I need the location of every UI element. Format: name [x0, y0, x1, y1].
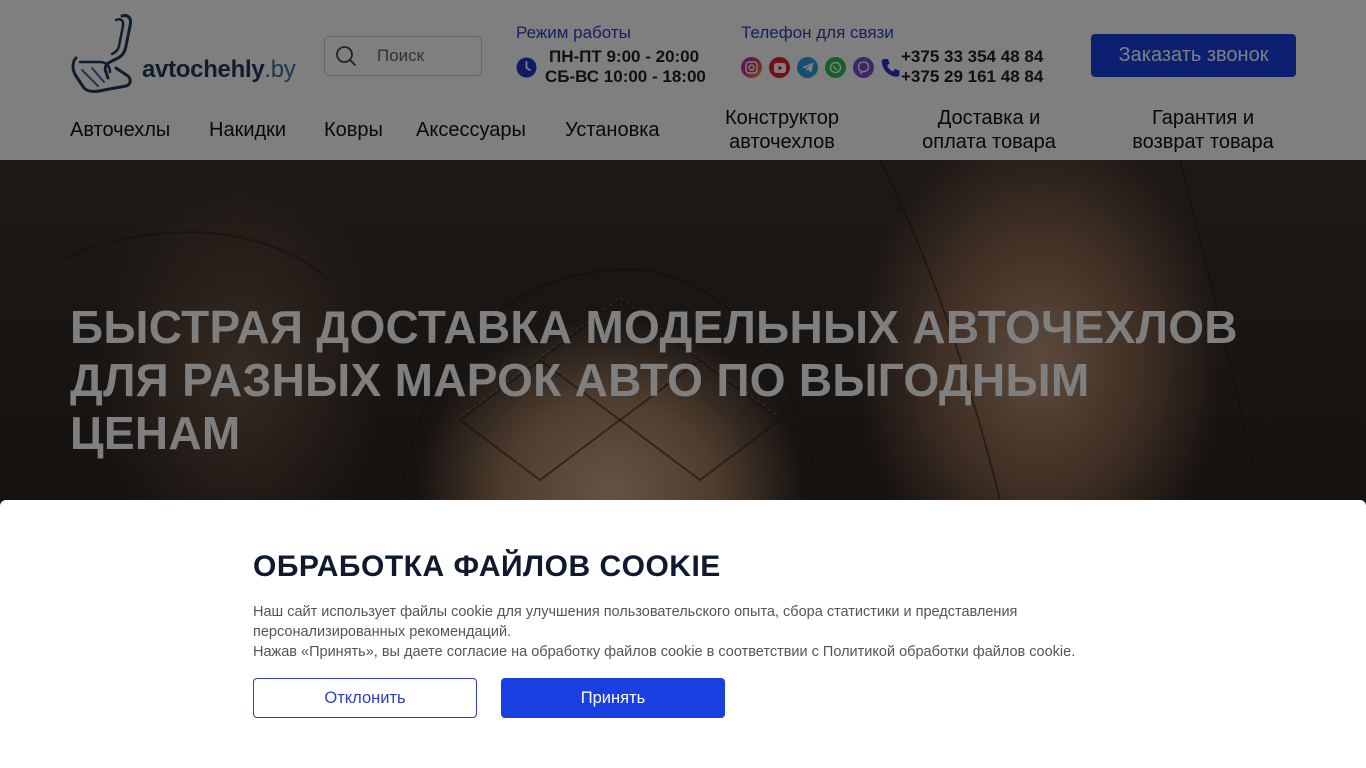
- accept-cookies-button[interactable]: Принять: [501, 678, 725, 718]
- cookie-consent-panel: ОБРАБОТКА ФАЙЛОВ COOKIE Наш сайт использ…: [0, 500, 1366, 768]
- decline-cookies-button[interactable]: Отклонить: [253, 678, 477, 718]
- cookie-text-line-3: Нажав «Принять», вы даете согласие на об…: [253, 644, 1076, 660]
- cookie-text-line-1: Наш сайт использует файлы cookie для улу…: [253, 604, 1018, 620]
- cookie-text-line-2: персонализированных рекомендаций.: [253, 624, 512, 640]
- cookie-title: ОБРАБОТКА ФАЙЛОВ COOKIE: [253, 550, 721, 583]
